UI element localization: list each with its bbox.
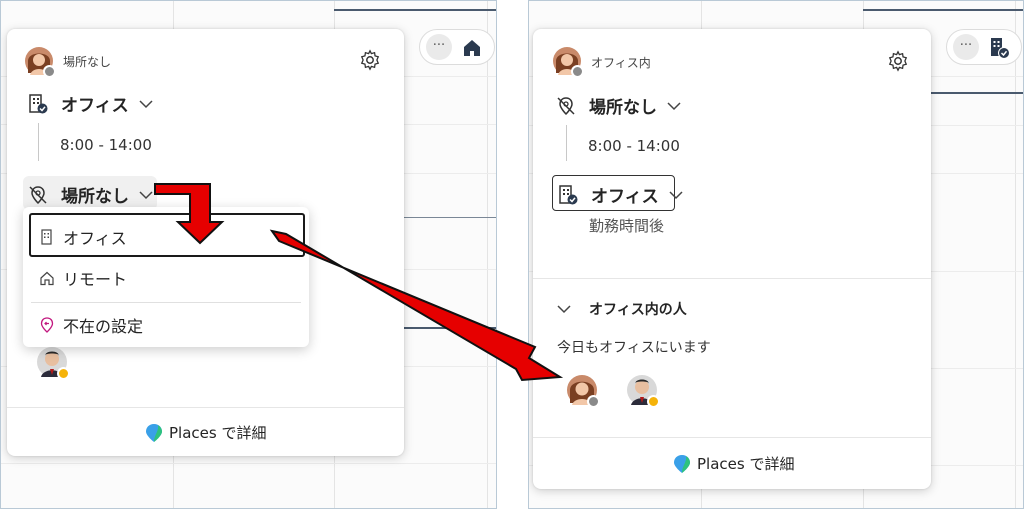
away-icon <box>40 317 54 333</box>
menu-item-highlight <box>29 213 305 257</box>
places-logo-icon <box>674 454 690 473</box>
location-dropdown-menu: オフィス リモート 不在の設定 <box>23 207 309 347</box>
avatar[interactable] <box>37 347 70 380</box>
work-location-card: オフィス内 場所なし 8:00 - 14:00 オフィス 勤務時間後 オフィス内… <box>533 29 931 489</box>
status-text: 場所なし <box>63 55 112 69</box>
presence-badge <box>43 65 56 78</box>
presence-badge <box>647 395 660 408</box>
chevron-down-icon <box>669 190 683 199</box>
home-icon <box>40 271 54 286</box>
building-check-icon <box>559 184 578 204</box>
section-divider <box>533 278 931 279</box>
calendar-gridline <box>487 1 488 508</box>
menu-item-label: 不在の設定 <box>63 317 144 336</box>
location-off-icon <box>29 185 47 204</box>
chevron-down-icon <box>667 101 681 110</box>
calendar-current-bar <box>931 92 1023 94</box>
menu-item-remote[interactable]: リモート <box>23 258 309 298</box>
building-check-icon[interactable] <box>987 36 1011 60</box>
places-logo-icon <box>146 423 162 442</box>
location-selector-label: 場所なし <box>61 187 129 207</box>
building-check-icon <box>29 93 48 113</box>
places-link-label: Places で詳細 <box>697 455 795 473</box>
presence-badge <box>571 65 584 78</box>
presence-badge <box>57 367 70 380</box>
avatar[interactable] <box>567 375 600 408</box>
chevron-down-icon <box>139 99 153 108</box>
more-button[interactable]: ··· <box>426 34 452 60</box>
chevron-down-icon <box>139 190 153 199</box>
today-note: 今日もオフィスにいます <box>557 340 711 356</box>
gear-icon[interactable] <box>887 50 909 72</box>
left-screenshot: ··· 場所なし オフィス 8:00 - 14:00 場所なし Places で… <box>0 0 497 509</box>
calendar-current-bar <box>863 9 1023 11</box>
after-hours-note: 勤務時間後 <box>589 217 665 235</box>
menu-item-label: リモート <box>63 270 128 289</box>
avatar[interactable] <box>25 47 56 78</box>
location-off-icon <box>557 96 575 115</box>
people-section-header[interactable]: オフィス内の人 <box>557 299 687 319</box>
footer-divider <box>533 437 931 438</box>
chevron-down-icon <box>557 305 571 314</box>
places-link-label: Places で詳細 <box>169 424 267 442</box>
work-location-pill[interactable]: ··· <box>946 29 1022 65</box>
current-location-label: オフィス <box>61 96 129 116</box>
current-location-label: 場所なし <box>589 98 657 118</box>
timeline-connector <box>38 123 39 161</box>
location-selector-label: オフィス <box>591 187 659 207</box>
right-screenshot: ··· オフィス内 場所なし 8:00 - 14:00 オフィス 勤務時間後 オ… <box>528 0 1024 509</box>
avatar[interactable] <box>553 47 584 78</box>
section-title: オフィス内の人 <box>589 302 687 318</box>
more-button[interactable]: ··· <box>953 34 979 60</box>
calendar-gridline <box>1 463 496 464</box>
calendar-divider <box>404 217 496 218</box>
home-icon[interactable] <box>460 36 484 60</box>
location-selector[interactable]: オフィス <box>557 182 683 207</box>
menu-separator <box>31 302 301 303</box>
work-location-pill[interactable]: ··· <box>419 29 495 65</box>
calendar-gridline <box>1015 1 1016 508</box>
footer-divider <box>7 407 404 408</box>
places-link[interactable]: Places で詳細 <box>145 422 266 443</box>
time-range: 8:00 - 14:00 <box>60 136 152 154</box>
gear-icon[interactable] <box>359 49 381 71</box>
presence-badge <box>587 395 600 408</box>
avatar[interactable] <box>627 375 660 408</box>
location-selector[interactable]: 場所なし <box>27 182 153 207</box>
current-location-row[interactable]: 場所なし <box>555 93 681 118</box>
places-link[interactable]: Places で詳細 <box>673 453 794 474</box>
calendar-current-bar <box>404 327 496 329</box>
time-range: 8:00 - 14:00 <box>588 137 680 155</box>
current-location-row[interactable]: オフィス <box>27 91 153 116</box>
calendar-current-bar <box>334 9 496 11</box>
status-text: オフィス内 <box>591 56 651 70</box>
timeline-connector <box>566 125 567 161</box>
menu-item-away[interactable]: 不在の設定 <box>23 305 309 345</box>
